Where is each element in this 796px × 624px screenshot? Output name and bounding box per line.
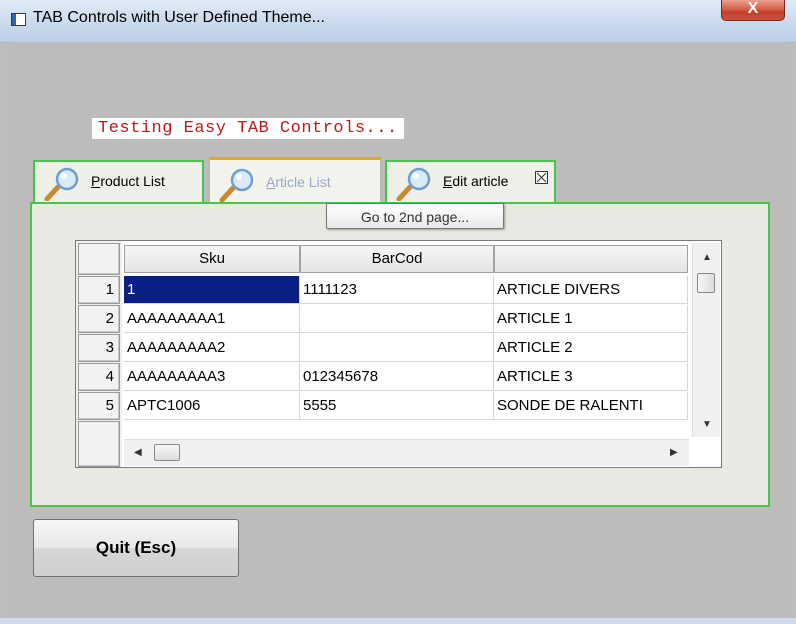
column-header-sku[interactable]: Sku — [124, 245, 300, 273]
grid-cell[interactable]: ARTICLE 3 — [494, 363, 688, 391]
row-header[interactable]: 3 — [78, 334, 120, 362]
tab-label: Edit article — [443, 173, 509, 189]
grid-cell[interactable] — [300, 334, 494, 362]
tab-edit-article[interactable]: Edit article — [385, 160, 556, 202]
scroll-left-arrow-icon[interactable]: ◀ — [134, 447, 142, 458]
row-header[interactable]: 2 — [78, 305, 120, 333]
grid-corner-cell[interactable] — [78, 243, 120, 275]
scroll-up-arrow-icon[interactable]: ▲ — [702, 252, 712, 263]
grid-cell[interactable]: 1 — [124, 276, 300, 304]
vertical-scrollbar[interactable]: ▲ ▼ — [692, 243, 720, 437]
magnifier-icon — [396, 167, 431, 201]
row-header-empty — [78, 421, 120, 467]
grid-cell[interactable]: 012345678 — [300, 363, 494, 391]
caption-label: Testing Easy TAB Controls... — [92, 118, 404, 139]
title-bar[interactable]: TAB Controls with User Defined Theme... … — [0, 0, 796, 43]
horizontal-scrollbar[interactable]: ◀ ▶ — [124, 439, 689, 466]
magnifier-icon — [44, 167, 79, 201]
scroll-down-arrow-icon[interactable]: ▼ — [702, 419, 712, 430]
grid-cell[interactable]: 1111123 — [300, 276, 494, 304]
window-title: TAB Controls with User Defined Theme... — [33, 9, 325, 26]
tab-label: Product List — [91, 173, 165, 189]
grid-cell[interactable]: SONDE DE RALENTI — [494, 392, 688, 420]
scroll-right-arrow-icon[interactable]: ▶ — [670, 447, 678, 458]
tooltip: Go to 2nd page... — [326, 203, 504, 229]
row-header[interactable]: 5 — [78, 392, 120, 420]
tab-article-list[interactable]: Article List — [208, 157, 382, 202]
grid-cell[interactable]: ARTICLE 2 — [494, 334, 688, 362]
app-icon[interactable] — [11, 13, 26, 26]
row-header[interactable]: 1 — [78, 276, 120, 304]
grid-cell[interactable]: AAAAAAAAA2 — [124, 334, 300, 362]
grid-cell[interactable]: AAAAAAAAA3 — [124, 363, 300, 391]
window-bottom-edge — [0, 618, 796, 624]
grid-cell[interactable]: ARTICLE DIVERS — [494, 276, 688, 304]
row-header[interactable]: 4 — [78, 363, 120, 391]
tab-close-icon[interactable] — [535, 171, 548, 184]
grid-cell[interactable]: AAAAAAAAA1 — [124, 305, 300, 333]
column-header-barcod[interactable]: BarCod — [300, 245, 494, 273]
column-header-3[interactable] — [494, 245, 688, 273]
app-window: TAB Controls with User Defined Theme... … — [0, 0, 796, 624]
horizontal-scroll-thumb[interactable] — [154, 444, 180, 461]
grid-cell[interactable]: ARTICLE 1 — [494, 305, 688, 333]
tab-product-list[interactable]: Product List — [33, 160, 204, 202]
vertical-scroll-thumb[interactable] — [697, 273, 715, 293]
grid-cell[interactable] — [300, 305, 494, 333]
magnifier-icon — [219, 168, 254, 202]
quit-button[interactable]: Quit (Esc) — [33, 519, 239, 577]
data-grid[interactable]: 1 2 3 4 5 Sku BarCod 1 1111123 ARTICLE D… — [75, 240, 722, 468]
grid-cell[interactable]: APTC1006 — [124, 392, 300, 420]
close-button[interactable]: X — [721, 0, 785, 21]
column-header-row: Sku BarCod — [124, 245, 688, 273]
tab-label: Article List — [266, 174, 331, 190]
grid-cell[interactable]: 5555 — [300, 392, 494, 420]
